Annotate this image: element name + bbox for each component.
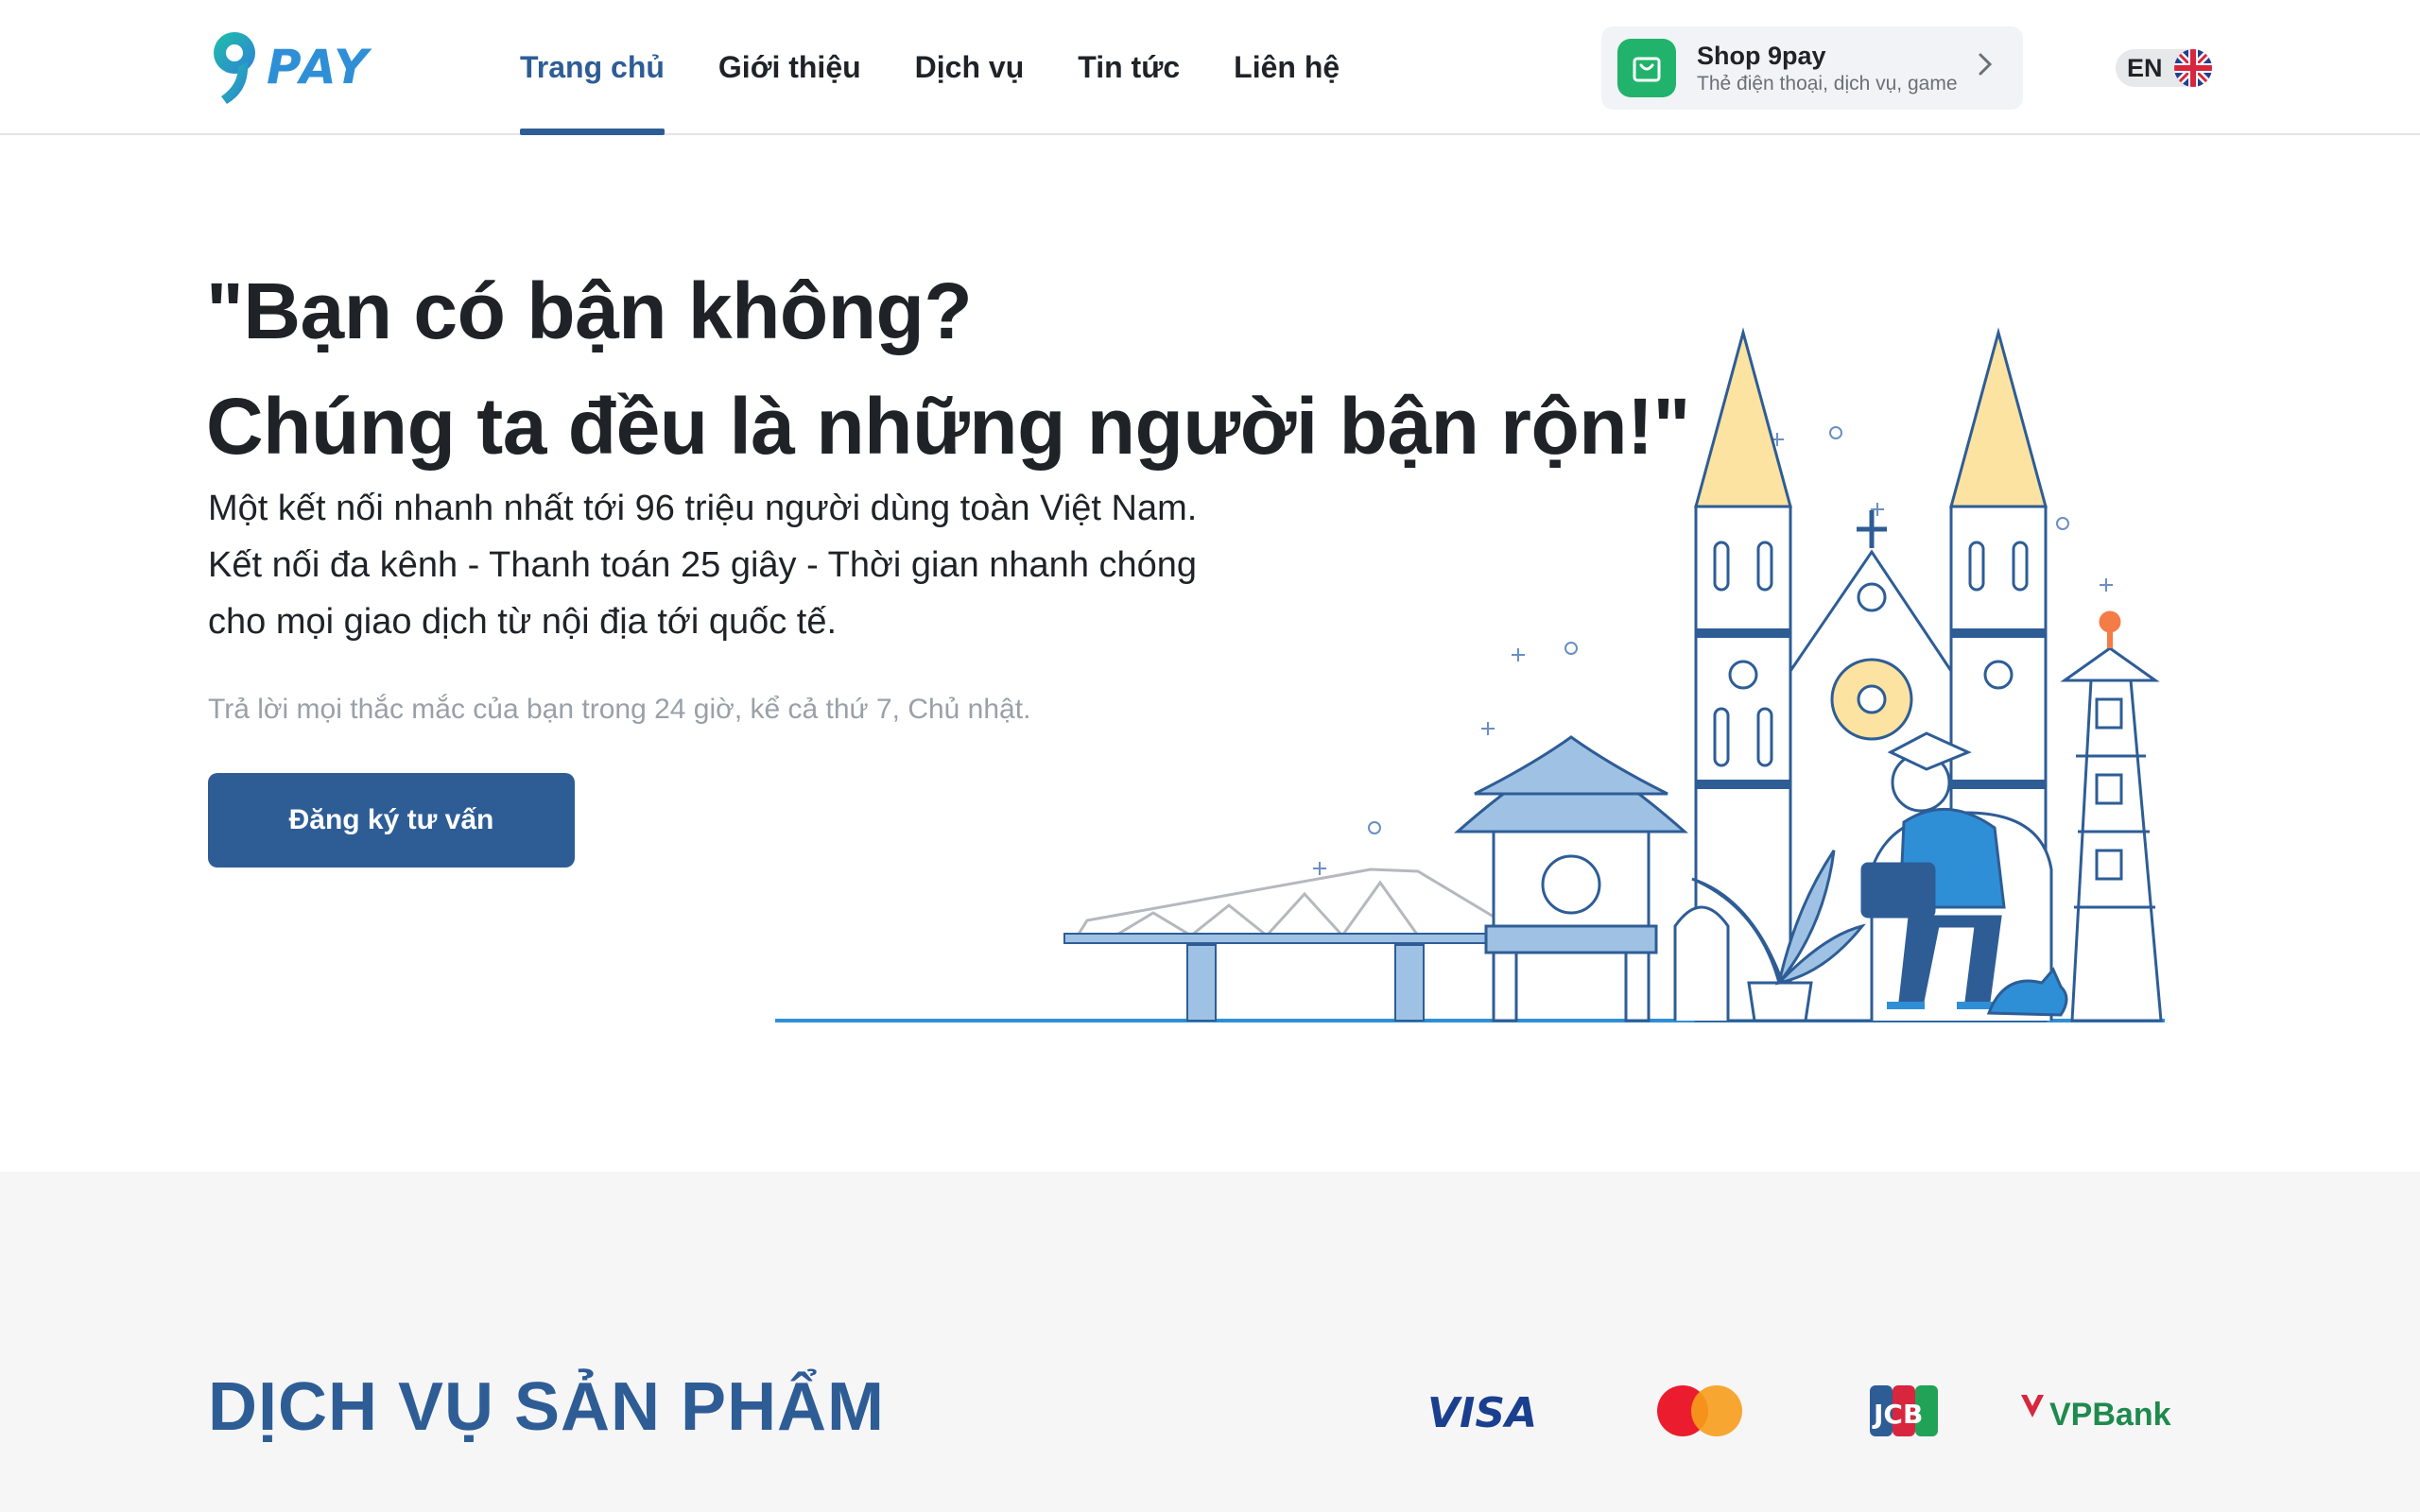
site-header: PAY Trang chủ Giới thiệu Dịch vụ Tin tức… — [0, 0, 2420, 135]
language-switcher[interactable]: EN — [2116, 49, 2212, 87]
uk-flag-icon — [2174, 49, 2212, 87]
nav-item-about[interactable]: Giới thiệu — [718, 0, 861, 135]
chevron-right-icon — [1976, 50, 2004, 87]
hero-illustration — [775, 327, 2165, 1022]
partner-logos: VISA JCB VPBank — [1427, 1385, 2171, 1437]
vpbank-logo: VPBank — [2021, 1395, 2171, 1433]
nav-item-services[interactable]: Dịch vụ — [915, 0, 1025, 135]
products-title: DỊCH VỤ SẢN PHẨM — [208, 1369, 886, 1445]
jcb-logo: JCB — [1870, 1385, 1938, 1436]
visa-logo: VISA — [1427, 1389, 1537, 1437]
vpbank-logo-text: VPBank — [2049, 1397, 2171, 1433]
main-nav: Trang chủ Giới thiệu Dịch vụ Tin tức Liê… — [520, 0, 1393, 135]
nav-item-contact[interactable]: Liên hệ — [1234, 0, 1340, 135]
nav-item-home[interactable]: Trang chủ — [520, 0, 665, 135]
shopping-bag-icon — [1617, 39, 1676, 97]
products-section — [0, 1172, 2420, 1512]
mastercard-logo — [1657, 1385, 1742, 1436]
shop-9pay-button[interactable]: Shop 9pay Thẻ điện thoại, dịch vụ, game — [1601, 26, 2023, 110]
jcb-logo-text: JCB — [1872, 1399, 1923, 1430]
shop-text: Shop 9pay Thẻ điện thoại, dịch vụ, game — [1697, 42, 1976, 95]
shop-title: Shop 9pay — [1697, 41, 1826, 70]
register-consult-button[interactable]: Đăng ký tư vấn — [208, 773, 575, 868]
logo-nine-icon — [214, 32, 255, 104]
logo[interactable]: PAY — [206, 28, 371, 106]
visa-logo-text: VISA — [1427, 1389, 1537, 1437]
logo-text: PAY — [267, 40, 372, 94]
shop-subtitle: Thẻ điện thoại, dịch vụ, game — [1697, 72, 1958, 94]
nav-item-news[interactable]: Tin tức — [1078, 0, 1180, 135]
language-label: EN — [2127, 53, 2163, 82]
